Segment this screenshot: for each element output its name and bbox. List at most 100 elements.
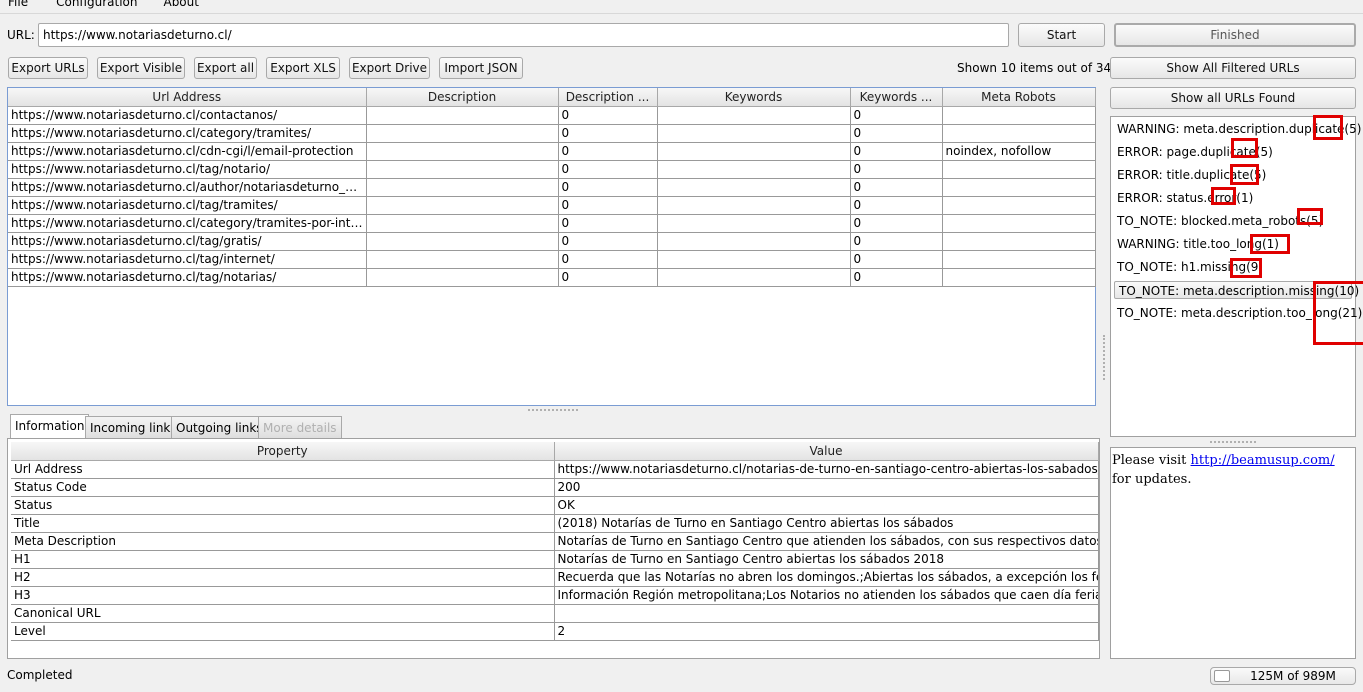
- menu-about[interactable]: About: [145, 0, 206, 12]
- issue-item[interactable]: TO_NOTE: blocked.meta_robots(5): [1117, 212, 1323, 230]
- tab-incoming-links[interactable]: Incoming links: [85, 416, 182, 438]
- cell-value: Recuerda que las Notarías no abren los d…: [554, 568, 1099, 587]
- issue-item[interactable]: TO_NOTE: meta.description.missing(10): [1114, 281, 1359, 299]
- cell-url: https://www.notariasdeturno.cl/cdn-cgi/l…: [8, 142, 367, 161]
- url-input[interactable]: https://www.notariasdeturno.cl/: [38, 23, 1009, 47]
- issues-list[interactable]: WARNING: meta.description.duplicate(5) ER…: [1110, 116, 1362, 437]
- status-button: Finished: [1114, 23, 1356, 47]
- column-header-keywords[interactable]: Keywords: [657, 88, 851, 107]
- table-row[interactable]: Level 2: [11, 622, 1099, 641]
- menu-bar: File Configuration About: [0, 0, 1363, 12]
- table-row[interactable]: https://www.notariasdeturno.cl/cdn-cgi/l…: [8, 142, 1096, 161]
- issue-item[interactable]: ERROR: title.duplicate(5): [1117, 166, 1266, 184]
- show-all-urls-found-button[interactable]: Show all URLs Found: [1110, 87, 1356, 109]
- cell-description: [366, 196, 559, 215]
- table-row[interactable]: H1 Notarías de Turno en Santiago Centro a…: [11, 550, 1099, 569]
- table-row[interactable]: Title (2018) Notarías de Turno en Santiag…: [11, 514, 1099, 533]
- column-header-description-count[interactable]: Description ...: [558, 88, 658, 107]
- menu-separator: [0, 13, 1363, 14]
- cell-description: [366, 160, 559, 179]
- cell-value: [554, 604, 1099, 623]
- table-row[interactable]: https://www.notariasdeturno.cl/category/…: [8, 214, 1096, 233]
- table-row[interactable]: https://www.notariasdeturno.cl/tag/grati…: [8, 232, 1096, 251]
- cell-meta-robots: [942, 250, 1096, 269]
- cell-keywords-count: 0: [850, 160, 943, 179]
- tab-information[interactable]: Information: [10, 414, 90, 439]
- column-header-description[interactable]: Description: [366, 88, 559, 107]
- notice-prefix: Please visit: [1112, 453, 1191, 468]
- cell-description-count: 0: [558, 124, 658, 143]
- start-button[interactable]: Start: [1018, 23, 1105, 47]
- beamusup-link[interactable]: http://beamusup.com/: [1191, 453, 1335, 468]
- table-row[interactable]: H2 Recuerda que las Notarías no abren los…: [11, 568, 1099, 587]
- issue-item[interactable]: WARNING: title.too_long(1): [1117, 235, 1279, 253]
- table-row[interactable]: https://www.notariasdeturno.cl/tag/inter…: [8, 250, 1096, 269]
- show-all-filtered-urls-button[interactable]: Show All Filtered URLs: [1110, 57, 1356, 79]
- table-row[interactable]: https://www.notariasdeturno.cl/tag/trami…: [8, 196, 1096, 215]
- url-label: URL:: [7, 28, 35, 42]
- issue-item[interactable]: TO_NOTE: meta.description.too_long(21): [1117, 304, 1362, 322]
- export-visible-button[interactable]: Export Visible: [97, 57, 185, 79]
- cell-description-count: 0: [558, 178, 658, 197]
- table-row[interactable]: Url Address https://www.notariasdeturno.c…: [11, 460, 1099, 479]
- cell-value: 2: [554, 622, 1099, 641]
- issue-item[interactable]: TO_NOTE: h1.missing(9): [1117, 258, 1263, 276]
- table-row[interactable]: https://www.notariasdeturno.cl/tag/notar…: [8, 268, 1096, 287]
- cell-property: H1: [11, 550, 555, 569]
- status-text: Completed: [7, 668, 73, 682]
- menu-configuration[interactable]: Configuration: [36, 0, 145, 12]
- cell-property: Level: [11, 622, 555, 641]
- issue-item[interactable]: ERROR: page.duplicate(5): [1117, 143, 1273, 161]
- issue-item[interactable]: WARNING: meta.description.duplicate(5): [1117, 120, 1361, 138]
- cell-value: https://www.notariasdeturno.cl/notarias-…: [554, 460, 1099, 479]
- cell-property: Url Address: [11, 460, 555, 479]
- column-header-property[interactable]: Property: [11, 442, 555, 461]
- export-xls-button[interactable]: Export XLS: [266, 57, 340, 79]
- cell-description-count: 0: [558, 214, 658, 233]
- cell-keywords-count: 0: [850, 142, 943, 161]
- column-header-keywords-count[interactable]: Keywords ...: [850, 88, 943, 107]
- results-header-row: Url Address Description Description ... …: [8, 88, 1096, 107]
- issues-splitter-handle[interactable]: [1210, 441, 1256, 443]
- table-row[interactable]: Status Code 200: [11, 478, 1099, 497]
- table-row[interactable]: Canonical URL: [11, 604, 1099, 623]
- cell-property: H2: [11, 568, 555, 587]
- cell-keywords: [657, 160, 851, 179]
- export-urls-button[interactable]: Export URLs: [8, 57, 88, 79]
- cell-description-count: 0: [558, 268, 658, 287]
- memory-indicator[interactable]: 125M of 989M: [1210, 667, 1356, 685]
- export-all-button[interactable]: Export all: [194, 57, 257, 79]
- column-header-url-address[interactable]: Url Address: [8, 88, 367, 107]
- memory-text: 125M of 989M: [1250, 669, 1336, 683]
- table-row[interactable]: H3 Información Región metropolitana;Los N…: [11, 586, 1099, 605]
- cell-value: Notarías de Turno en Santiago Centro abi…: [554, 550, 1099, 569]
- export-drive-button[interactable]: Export Drive: [349, 57, 430, 79]
- cell-keywords: [657, 232, 851, 251]
- cell-keywords-count: 0: [850, 196, 943, 215]
- column-header-value[interactable]: Value: [554, 442, 1099, 461]
- table-row[interactable]: https://www.notariasdeturno.cl/author/no…: [8, 178, 1096, 197]
- cell-meta-robots: [942, 196, 1096, 215]
- cell-keywords: [657, 214, 851, 233]
- table-row[interactable]: https://www.notariasdeturno.cl/contactan…: [8, 106, 1096, 125]
- table-row[interactable]: Status OK: [11, 496, 1099, 515]
- cell-value: 200: [554, 478, 1099, 497]
- vertical-splitter-handle[interactable]: [1103, 335, 1105, 380]
- cell-description-count: 0: [558, 142, 658, 161]
- table-row[interactable]: https://www.notariasdeturno.cl/tag/notar…: [8, 160, 1096, 179]
- import-json-button[interactable]: Import JSON: [439, 57, 523, 79]
- issue-item[interactable]: ERROR: status.error(1): [1117, 189, 1253, 207]
- cell-description: [366, 268, 559, 287]
- cell-keywords-count: 0: [850, 232, 943, 251]
- results-table-panel[interactable]: Url Address Description Description ... …: [7, 87, 1096, 406]
- menu-file[interactable]: File: [0, 0, 36, 12]
- tab-outgoing-links[interactable]: Outgoing links: [171, 416, 268, 438]
- cell-property: Title: [11, 514, 555, 533]
- cell-url: https://www.notariasdeturno.cl/tag/trami…: [8, 196, 367, 215]
- horizontal-splitter-handle[interactable]: [528, 409, 578, 411]
- table-row[interactable]: Meta Description Notarías de Turno en San…: [11, 532, 1099, 551]
- column-header-meta-robots[interactable]: Meta Robots: [942, 88, 1096, 107]
- update-notice: Please visit http://beamusup.com/ for up…: [1110, 447, 1356, 659]
- table-row[interactable]: https://www.notariasdeturno.cl/category/…: [8, 124, 1096, 143]
- cell-keywords: [657, 142, 851, 161]
